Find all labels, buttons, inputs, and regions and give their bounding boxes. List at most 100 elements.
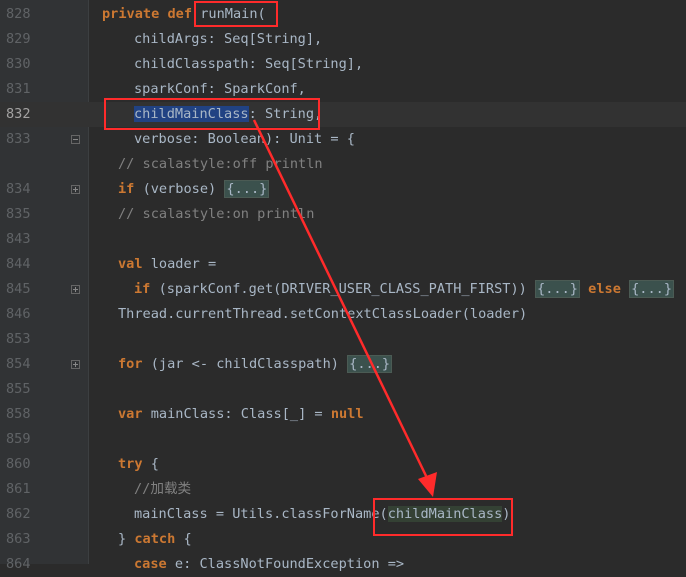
line-number: 859	[6, 431, 31, 447]
code-line[interactable]: 844 val loader =	[0, 252, 686, 277]
line-number: 844	[6, 256, 31, 272]
code-line[interactable]: 835 // scalastyle:on println	[0, 202, 686, 227]
code-text: childClasspath: Seq[String],	[134, 52, 363, 77]
code-token: childArgs: Seq[String],	[134, 31, 323, 47]
code-token: mainClass = Utils.classForName(	[134, 506, 388, 522]
code-token: null	[330, 406, 364, 422]
folded-block[interactable]: {...}	[629, 280, 674, 298]
code-text: case e: ClassNotFoundException =>	[134, 552, 404, 577]
code-line[interactable]: 846 Thread.currentThread.setContextClassL…	[0, 302, 686, 327]
code-text: verbose: Boolean): Unit = {	[134, 127, 355, 152]
code-token: {	[183, 531, 192, 547]
line-number: 863	[6, 531, 31, 547]
annotation-box-runmain	[194, 1, 278, 27]
code-token: try	[118, 456, 151, 472]
code-text: try {	[118, 452, 159, 477]
code-token: {	[150, 456, 159, 472]
code-token: // scalastyle:on println	[118, 206, 315, 222]
code-token: e: ClassNotFoundException =>	[174, 556, 405, 572]
line-number: 861	[6, 481, 31, 497]
code-token: verbose: Boolean): Unit = {	[134, 131, 355, 147]
code-text: //加载类	[134, 477, 191, 502]
code-line[interactable]: 833 verbose: Boolean): Unit = {	[0, 127, 686, 152]
line-number: 846	[6, 306, 31, 322]
code-line[interactable]: 854 for (jar <- childClasspath) {...}	[0, 352, 686, 377]
code-line[interactable]: 828 private def runMain(	[0, 2, 686, 27]
code-line[interactable]: 845 if (sparkConf.get(DRIVER_USER_CLASS_P…	[0, 277, 686, 302]
line-number: 834	[6, 181, 31, 197]
line-number: 862	[6, 506, 31, 522]
code-text: childArgs: Seq[String],	[134, 27, 322, 52]
expand-fold-icon[interactable]	[71, 285, 80, 294]
line-number: 829	[6, 31, 31, 47]
code-token: if	[118, 181, 143, 197]
line-number: 843	[6, 231, 31, 247]
code-token: (sparkConf.get(DRIVER_USER_CLASS_PATH_FI…	[158, 281, 536, 297]
line-number: 855	[6, 381, 31, 397]
code-line[interactable]: 830 childClasspath: Seq[String],	[0, 52, 686, 77]
code-text: // scalastyle:off println	[118, 152, 323, 177]
code-line[interactable]: 864 case e: ClassNotFoundException =>	[0, 552, 686, 577]
code-line[interactable]: 829 childArgs: Seq[String],	[0, 27, 686, 52]
folded-block[interactable]: {...}	[224, 180, 270, 198]
code-line[interactable]: 858 var mainClass: Class[_] = null	[0, 402, 686, 427]
code-line[interactable]: 843	[0, 227, 686, 252]
code-line[interactable]: 853	[0, 327, 686, 352]
code-line[interactable]: 860 try {	[0, 452, 686, 477]
code-line[interactable]: 831 sparkConf: SparkConf,	[0, 77, 686, 102]
line-number: 854	[6, 356, 31, 372]
code-text: Thread.currentThread.setContextClassLoad…	[118, 302, 527, 327]
line-number: 828	[6, 6, 31, 22]
line-number: 835	[6, 206, 31, 222]
code-line[interactable]: 863} catch {	[0, 527, 686, 552]
code-token: case	[134, 556, 175, 572]
expand-fold-icon[interactable]	[71, 185, 80, 194]
code-line[interactable]: 834 if (verbose) {...}	[0, 177, 686, 202]
code-line[interactable]: 862 mainClass = Utils.classForName(childM…	[0, 502, 686, 527]
folded-block[interactable]: {...}	[347, 355, 393, 373]
line-number: 832	[6, 106, 31, 122]
code-token: //加载类	[134, 481, 192, 497]
code-line[interactable]: 859	[0, 427, 686, 452]
collapse-fold-icon[interactable]	[71, 135, 80, 144]
line-number: 831	[6, 81, 31, 97]
code-token: else	[588, 281, 630, 297]
expand-fold-icon[interactable]	[71, 360, 80, 369]
code-token: (verbose)	[142, 181, 225, 197]
folded-block[interactable]: {...}	[535, 280, 580, 298]
annotation-box-param	[104, 98, 320, 130]
code-token: var	[118, 406, 151, 422]
code-text: // scalastyle:on println	[118, 202, 314, 227]
code-text: for (jar <- childClasspath) {...}	[118, 352, 393, 377]
code-line[interactable]: 861 //加载类	[0, 477, 686, 502]
code-line[interactable]: 855	[0, 377, 686, 402]
code-text: val loader =	[118, 252, 216, 277]
code-token: for	[118, 356, 151, 372]
code-token: catch	[134, 531, 184, 547]
code-text: if (sparkConf.get(DRIVER_USER_CLASS_PATH…	[134, 277, 674, 302]
code-token: loader =	[150, 256, 217, 272]
line-number: 860	[6, 456, 31, 472]
code-token: if	[134, 281, 159, 297]
annotation-box-call	[373, 498, 513, 536]
line-number: 853	[6, 331, 31, 347]
code-token: // scalastyle:off println	[118, 156, 323, 172]
code-token: (jar <- childClasspath)	[150, 356, 348, 372]
code-token: val	[118, 256, 151, 272]
code-line[interactable]: 832 childMainClass: String,	[0, 102, 686, 127]
line-number: 833	[6, 131, 31, 147]
code-token: Thread.currentThread.setContextClassLoad…	[118, 306, 528, 322]
code-token: private def	[102, 6, 201, 22]
line-number: 858	[6, 406, 31, 422]
code-token: mainClass: Class[_] =	[150, 406, 331, 422]
code-token: sparkConf: SparkConf,	[134, 81, 306, 97]
line-number: 864	[6, 556, 31, 572]
code-line[interactable]: // scalastyle:off println	[0, 152, 686, 177]
line-number: 845	[6, 281, 31, 297]
line-number: 830	[6, 56, 31, 72]
code-token: }	[118, 531, 135, 547]
code-text: } catch {	[118, 527, 192, 552]
code-text: var mainClass: Class[_] = null	[118, 402, 364, 427]
code-token: childClasspath: Seq[String],	[134, 56, 364, 72]
